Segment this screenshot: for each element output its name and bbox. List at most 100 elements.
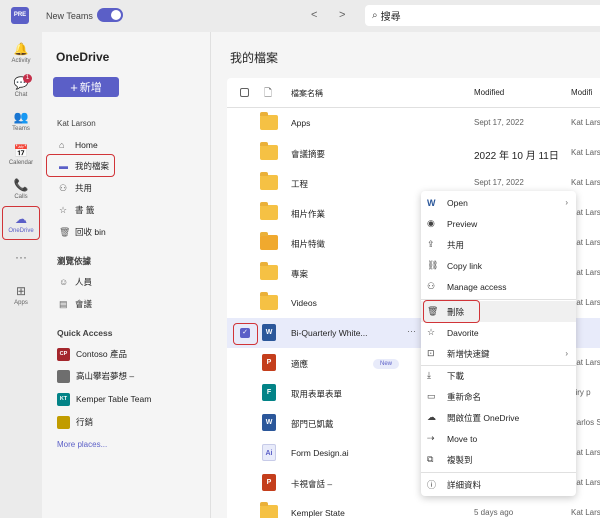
file-name[interactable]: 工程 xyxy=(291,178,308,190)
search-input[interactable]: ⌕ 搜尋 xyxy=(365,5,600,26)
word-file-icon: W xyxy=(262,324,276,341)
menu-item-favorite[interactable]: ☆ Davorite xyxy=(421,322,576,343)
column-header-modified[interactable]: Modified xyxy=(474,88,504,97)
folder-icon xyxy=(260,292,278,310)
quick-access-item[interactable]: CP Contoso 產品 xyxy=(57,346,127,362)
quick-access-label: 行銷 xyxy=(76,417,94,427)
menu-item-label: 下載 xyxy=(447,370,465,381)
forms-file-icon: F xyxy=(262,384,276,401)
nav-item-bookmarks[interactable]: ☆ 書 籤 xyxy=(59,202,94,218)
bell-icon: 🔔 xyxy=(13,42,29,56)
folder-icon xyxy=(260,142,278,160)
search-text: 搜尋 xyxy=(380,12,401,23)
rail-label: Calendar xyxy=(8,160,34,166)
quick-access-item[interactable]: KT Kemper Table Team xyxy=(57,391,151,407)
context-menu: W Open › ◉ Preview ⇪ 共用 ⛓ Copy link ⚇ Ma… xyxy=(421,191,576,496)
star-icon: ☆ xyxy=(427,327,436,337)
file-name[interactable]: 專案 xyxy=(291,268,308,280)
nav-item-recycle-bin[interactable]: 🗑 回收 bin xyxy=(59,224,106,240)
quick-access-label: Kemper Table Team xyxy=(76,394,152,404)
nav-item-home[interactable]: ⌂ Home xyxy=(59,137,98,153)
back-arrow-icon[interactable]: < xyxy=(311,9,317,21)
column-header-modified-by[interactable]: Modifi xyxy=(571,88,592,97)
download-icon: ⤓ xyxy=(427,370,431,380)
rail-item-apps[interactable]: ⊞ Apps xyxy=(0,280,42,314)
rail-item-calls[interactable]: 📞 Calls xyxy=(0,174,42,208)
quick-access-item[interactable]: 行銷 xyxy=(57,414,93,430)
modified-date: Sept 17, 2022 xyxy=(474,118,524,127)
menu-item-details[interactable]: ⓘ 詳細資料 xyxy=(421,474,576,495)
chat-icon: 💬 xyxy=(13,76,29,90)
menu-item-label: 詳細資料 xyxy=(447,479,482,490)
more-places-link[interactable]: More places... xyxy=(57,440,107,449)
site-image-icon xyxy=(57,369,70,383)
menu-item-add-shortcut[interactable]: ⊡ 新增快速鍵 › xyxy=(421,343,576,364)
file-name[interactable]: 部門已凱戴 xyxy=(291,418,334,430)
rail-item-onedrive[interactable]: ☁ OneDrive xyxy=(0,208,42,242)
new-teams-toggle[interactable] xyxy=(97,8,123,22)
quick-access-title: Quick Access xyxy=(57,328,113,338)
rail-item-more[interactable]: ··· xyxy=(0,246,42,280)
rail-item-calendar[interactable]: 📅 Calendar xyxy=(0,140,42,174)
rail-item-teams[interactable]: 👥 Teams xyxy=(0,106,42,140)
nav-item-label: 共用 xyxy=(75,183,93,193)
menu-item-download[interactable]: ⤓ 下載 xyxy=(421,365,576,386)
more-options-icon[interactable]: ··· xyxy=(407,326,416,336)
file-name[interactable]: Bi-Quarterly White... xyxy=(291,328,368,338)
rail-item-chat[interactable]: 💬 Chat 1 xyxy=(0,72,42,106)
file-name[interactable]: 會議摘要 xyxy=(291,148,325,160)
table-row[interactable]: Kempler State 5 days ago Kat Lars xyxy=(227,498,600,518)
nav-item-meetings[interactable]: ▤ 會議 xyxy=(59,296,92,312)
rail-label: OneDrive xyxy=(8,228,34,234)
illustrator-file-icon: Ai xyxy=(262,444,276,461)
file-name[interactable]: Videos xyxy=(291,298,317,308)
menu-item-manage-access[interactable]: ⚇ Manage access xyxy=(421,276,576,297)
menu-item-label: 複製到 xyxy=(447,454,473,465)
rail-item-activity[interactable]: 🔔 Activity xyxy=(0,38,42,72)
quick-access-label: 高山攀岩夢想 – xyxy=(76,371,135,381)
file-name[interactable]: Kempler State xyxy=(291,508,345,518)
forward-arrow-icon[interactable]: > xyxy=(339,9,345,21)
file-name[interactable]: 適應 xyxy=(291,358,308,370)
powerpoint-file-icon: P xyxy=(262,474,276,491)
nav-item-shared[interactable]: ⚇ 共用 xyxy=(59,180,92,196)
table-row[interactable]: 會議摘要 2022 年 10 月 11日 Kat Lars xyxy=(227,138,600,168)
file-name[interactable]: 取用表單表單 xyxy=(291,388,342,400)
menu-item-delete[interactable]: 🗑 刪除 xyxy=(421,301,576,322)
plus-icon: + xyxy=(70,79,78,95)
word-file-icon: W xyxy=(262,414,276,431)
menu-item-open-location[interactable]: ☁ 開啟位置 OneDrive xyxy=(421,407,576,428)
rail-label: Activity xyxy=(11,58,31,64)
file-name[interactable]: Apps xyxy=(291,118,310,128)
toggle-knob xyxy=(111,10,121,20)
unread-badge: 1 xyxy=(23,74,32,83)
rail-label: Apps xyxy=(14,300,28,306)
new-button[interactable]: + 新增 xyxy=(53,77,119,97)
file-name[interactable]: 相片特徵 xyxy=(291,238,325,250)
chevron-right-icon: › xyxy=(565,198,568,207)
menu-item-copy-to[interactable]: ⧉ 複製到 xyxy=(421,449,576,470)
menu-item-open[interactable]: W Open › xyxy=(421,192,576,213)
menu-item-label: Preview xyxy=(447,218,478,229)
folder-icon: ▬ xyxy=(59,161,68,171)
menu-item-label: Open xyxy=(447,197,468,208)
menu-item-rename[interactable]: ▭ 重新命名 xyxy=(421,386,576,407)
row-checkbox[interactable]: ✓ xyxy=(240,328,250,338)
column-header-name[interactable]: 檔案名稱 xyxy=(291,88,323,99)
quick-access-item[interactable]: 高山攀岩夢想 – xyxy=(57,368,134,384)
table-row[interactable]: Apps Sept 17, 2022 Kat Lars xyxy=(227,108,600,138)
menu-item-move-to[interactable]: ⇢ Move to xyxy=(421,428,576,449)
nav-item-my-files[interactable]: ▬ 我的檔案 xyxy=(59,158,109,174)
folder-icon xyxy=(260,202,278,220)
site-badge-icon: CP xyxy=(57,347,70,361)
menu-item-share[interactable]: ⇪ 共用 xyxy=(421,234,576,255)
select-all-checkbox[interactable] xyxy=(240,88,249,97)
person-icon: ☺ xyxy=(59,277,69,287)
file-name[interactable]: 相片作業 xyxy=(291,208,325,220)
file-name[interactable]: Form Design.ai xyxy=(291,448,349,458)
menu-item-preview[interactable]: ◉ Preview xyxy=(421,213,576,234)
nav-item-people[interactable]: ☺ 人員 xyxy=(59,274,92,290)
menu-item-copy-link[interactable]: ⛓ Copy link xyxy=(421,255,576,276)
file-name[interactable]: 卡視會話 – xyxy=(291,478,332,490)
info-icon: ⓘ xyxy=(427,480,437,490)
